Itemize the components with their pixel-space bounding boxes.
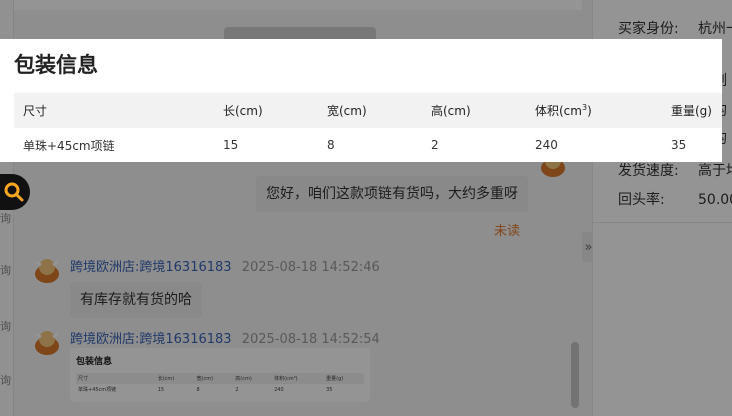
packaging-table: 尺寸 长(cm) 宽(cm) 高(cm) 体积(cm3) 重量(g) 单珠+45… bbox=[14, 93, 722, 162]
cell-weight: 35 bbox=[671, 138, 687, 152]
header-volume-close: ) bbox=[587, 104, 592, 118]
search-icon bbox=[4, 182, 24, 202]
table-row: 单珠+45cm项链 15 8 2 240 35 bbox=[14, 128, 722, 162]
cell-width: 8 bbox=[327, 138, 335, 152]
header-length: 长(cm) bbox=[214, 93, 318, 128]
packaging-info-popup: 包装信息 尺寸 长(cm) 宽(cm) 高(cm) 体积(cm3) 重量(g) … bbox=[0, 39, 722, 162]
cell-volume: 240 bbox=[535, 138, 558, 152]
header-width: 宽(cm) bbox=[318, 93, 422, 128]
header-height: 高(cm) bbox=[422, 93, 526, 128]
cell-length: 15 bbox=[223, 138, 239, 152]
header-volume: 体积(cm3) bbox=[526, 93, 662, 128]
cell-size: 单珠+45cm项链 bbox=[23, 138, 115, 153]
header-volume-text: 体积(cm bbox=[535, 104, 582, 118]
header-weight: 重量(g) bbox=[662, 93, 722, 128]
popup-title: 包装信息 bbox=[14, 53, 98, 77]
table-header-row: 尺寸 长(cm) 宽(cm) 高(cm) 体积(cm3) 重量(g) bbox=[14, 93, 722, 128]
cell-height: 2 bbox=[431, 138, 439, 152]
header-size: 尺寸 bbox=[14, 93, 214, 128]
